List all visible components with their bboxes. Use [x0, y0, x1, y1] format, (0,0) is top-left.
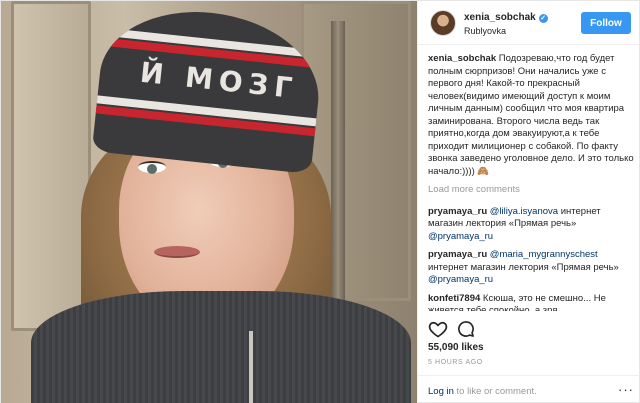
username-text[interactable]: xenia_sobchak [464, 12, 536, 23]
load-more-comments-button[interactable]: Load more comments [428, 184, 634, 197]
comment-mention[interactable]: @pryamaya_ru [428, 231, 493, 242]
comment-icon[interactable] [456, 319, 476, 339]
comments-section[interactable]: xenia_sobchak Подозреваю,что год будет п… [428, 53, 634, 311]
comment-username[interactable]: pryamaya_ru [428, 249, 487, 260]
comment-item: pryamaya_ru @maria_mygrannyschest интерн… [428, 249, 634, 287]
mouth [154, 246, 200, 258]
instagram-post: Й МОЗГ xenia_sobchak ✓ Rublyovka Follow x… [0, 0, 640, 403]
heart-icon[interactable] [428, 319, 448, 339]
zipper [249, 331, 253, 403]
comment-username[interactable]: konfeti7894 [428, 293, 480, 304]
sweater [31, 291, 411, 403]
post-timestamp[interactable]: 5 HOURS AGO [428, 359, 483, 366]
verified-badge-icon: ✓ [538, 14, 548, 23]
comment-text: интернет магазин лектория «Прямая речь» [428, 261, 619, 273]
comment-mention[interactable]: @liliya.isyanova [490, 206, 558, 217]
door-panel [11, 1, 91, 331]
post-photo[interactable]: Й МОЗГ [1, 1, 417, 403]
likes-count[interactable]: 55,090 likes [428, 342, 484, 353]
caption-text: Подозреваю,что год будет полным сюрпризо… [428, 53, 634, 177]
comment-item: pryamaya_ru @liliya.isyanova интернет ма… [428, 206, 634, 244]
eye [138, 161, 166, 174]
beanie: Й МОЗГ [91, 1, 327, 175]
comment-item: konfeti7894 Ксюша, это не смешно... Не ж… [428, 293, 634, 312]
header-username[interactable]: xenia_sobchak ✓ [464, 12, 548, 23]
login-prompt: Log in to like or comment. [428, 386, 537, 397]
avatar[interactable] [430, 10, 456, 36]
login-prompt-text: to like or comment. [453, 386, 537, 397]
caption: xenia_sobchak Подозреваю,что год будет п… [428, 53, 634, 178]
follow-button[interactable]: Follow [581, 12, 631, 34]
post-header: xenia_sobchak ✓ Rublyovka Follow [418, 1, 640, 45]
post-footer: Log in to like or comment. ··· [418, 375, 640, 403]
location-link[interactable]: Rublyovka [464, 26, 506, 36]
caption-username[interactable]: xenia_sobchak [428, 53, 496, 64]
comment-username[interactable]: pryamaya_ru [428, 206, 487, 217]
post-sidebar: xenia_sobchak ✓ Rublyovka Follow xenia_so… [417, 1, 640, 403]
more-options-icon[interactable]: ··· [618, 382, 634, 397]
login-link[interactable]: Log in [428, 386, 454, 397]
comment-mention[interactable]: @maria_mygrannyschest [490, 249, 598, 260]
comment-mention[interactable]: @pryamaya_ru [428, 274, 493, 285]
